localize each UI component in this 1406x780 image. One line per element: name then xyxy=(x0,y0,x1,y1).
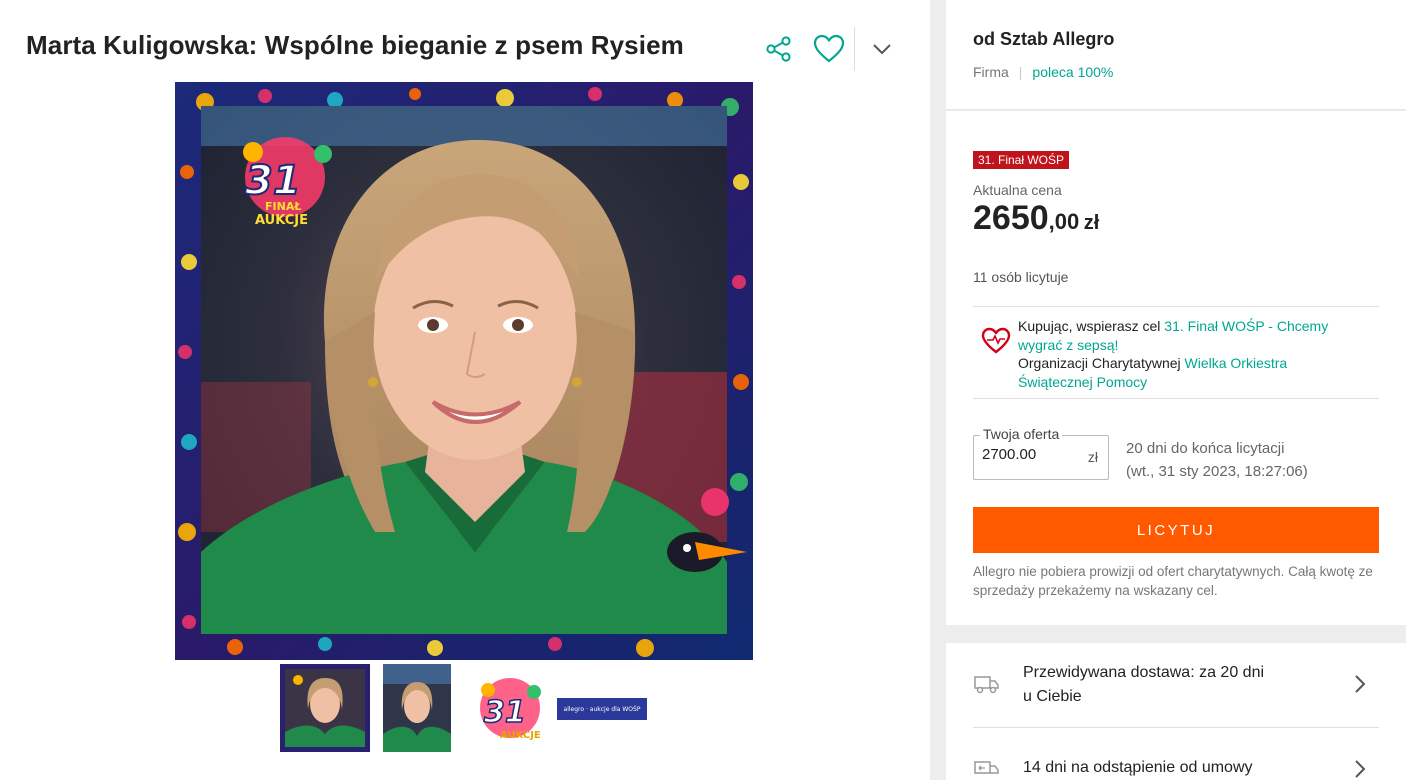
price-currency: zł xyxy=(1083,212,1100,234)
thumbnail-4-banner: allegro · aukcje dla WOŚP xyxy=(563,705,641,713)
product-panel: Marta Kuligowska: Wspólne bieganie z pse… xyxy=(0,0,930,780)
commission-disclaimer: Allegro nie pobiera prowizji od ofert ch… xyxy=(973,564,1373,598)
offer-label: Twoja oferta xyxy=(980,426,1063,442)
charity-org-intro: Organizacji Charytatywnej xyxy=(1018,355,1185,371)
svg-text:AUKCJE: AUKCJE xyxy=(500,730,541,741)
more-options-button[interactable] xyxy=(863,30,901,68)
wosp-badge: 31. Finał WOŚP xyxy=(973,151,1070,169)
seller-recommend-link[interactable]: poleca 100% xyxy=(1032,64,1113,80)
price-label: Aktualna cena xyxy=(973,182,1062,198)
chevron-right-icon xyxy=(1355,675,1366,693)
returns-text: 14 dni na odstąpienie od umowy xyxy=(1023,759,1253,776)
logo-number: 31 xyxy=(245,158,301,204)
purchase-card: 31. Finał WOŚP Aktualna cena 2650,00 zł … xyxy=(946,111,1406,625)
listing-actions xyxy=(760,26,901,72)
logo-line2: AUKCJE xyxy=(255,213,308,228)
bidders-count: 11 osób licytuje xyxy=(973,269,1069,285)
divider xyxy=(973,306,1379,307)
divider xyxy=(973,398,1379,399)
delivery-text: Przewidywana dostawa: za 20 dni u Ciebie xyxy=(1023,661,1264,709)
current-price: 2650,00 zł xyxy=(973,199,1099,238)
delivery-row[interactable]: Przewidywana dostawa: za 20 dni u Ciebie xyxy=(973,643,1379,727)
returns-row[interactable]: 14 dni na odstąpienie od umowy xyxy=(973,728,1379,780)
charity-text: Kupując, wspierasz cel 31. Finał WOŚP - … xyxy=(1018,317,1358,391)
auction-end-date: (wt., 31 sty 2023, 18:27:06) xyxy=(1126,463,1308,480)
share-icon xyxy=(766,36,791,62)
thumbnail-4[interactable]: allegro · aukcje dla WOŚP xyxy=(557,698,647,720)
thumbnail-3[interactable]: 31 AUKCJE xyxy=(464,664,556,752)
auction-end-info: 20 dni do końca licytacji (wt., 31 sty 2… xyxy=(1126,437,1308,483)
delivery-line-1: Przewidywana dostawa: za 20 dni xyxy=(1023,664,1265,681)
delivery-info-card: Przewidywana dostawa: za 20 dni u Ciebie… xyxy=(946,643,1406,780)
delivery-line-2: u Ciebie xyxy=(1023,688,1082,705)
share-button[interactable] xyxy=(760,30,798,68)
truck-icon xyxy=(974,676,999,694)
thumbnail-2[interactable] xyxy=(383,664,451,752)
logo-line1: FINAŁ xyxy=(265,200,301,213)
charity-intro: Kupując, wspierasz cel xyxy=(1018,318,1165,334)
price-integer: 2650 xyxy=(973,199,1049,237)
offer-input[interactable] xyxy=(982,446,1072,463)
seller-meta: Firma | poleca 100% xyxy=(973,64,1113,80)
chevron-right-icon xyxy=(1355,760,1366,778)
thumbnail-1[interactable] xyxy=(280,664,370,752)
heart-icon xyxy=(813,34,845,63)
seller-name[interactable]: od Sztab Allegro xyxy=(973,29,1114,50)
bid-button[interactable]: LICYTUJ xyxy=(973,507,1379,553)
offer-field[interactable]: Twoja oferta zł xyxy=(973,426,1109,480)
svg-text:31: 31 xyxy=(484,695,526,730)
return-truck-icon xyxy=(974,761,999,774)
auction-days-left: 20 dni do końca licytacji xyxy=(1126,440,1285,457)
favorite-button[interactable] xyxy=(810,30,848,68)
main-product-image[interactable]: 31 FINAŁ AUKCJE xyxy=(175,82,753,660)
price-decimal: ,00 xyxy=(1048,209,1080,234)
listing-title: Marta Kuligowska: Wspólne bieganie z pse… xyxy=(26,30,684,60)
charity-heart-icon xyxy=(981,327,1011,354)
offer-currency: zł xyxy=(1087,449,1098,465)
chevron-down-icon xyxy=(873,44,891,55)
actions-divider xyxy=(854,27,855,71)
seller-type: Firma xyxy=(973,64,1009,80)
meta-divider: | xyxy=(1018,64,1023,80)
seller-card: od Sztab Allegro Firma | poleca 100% xyxy=(946,0,1406,110)
